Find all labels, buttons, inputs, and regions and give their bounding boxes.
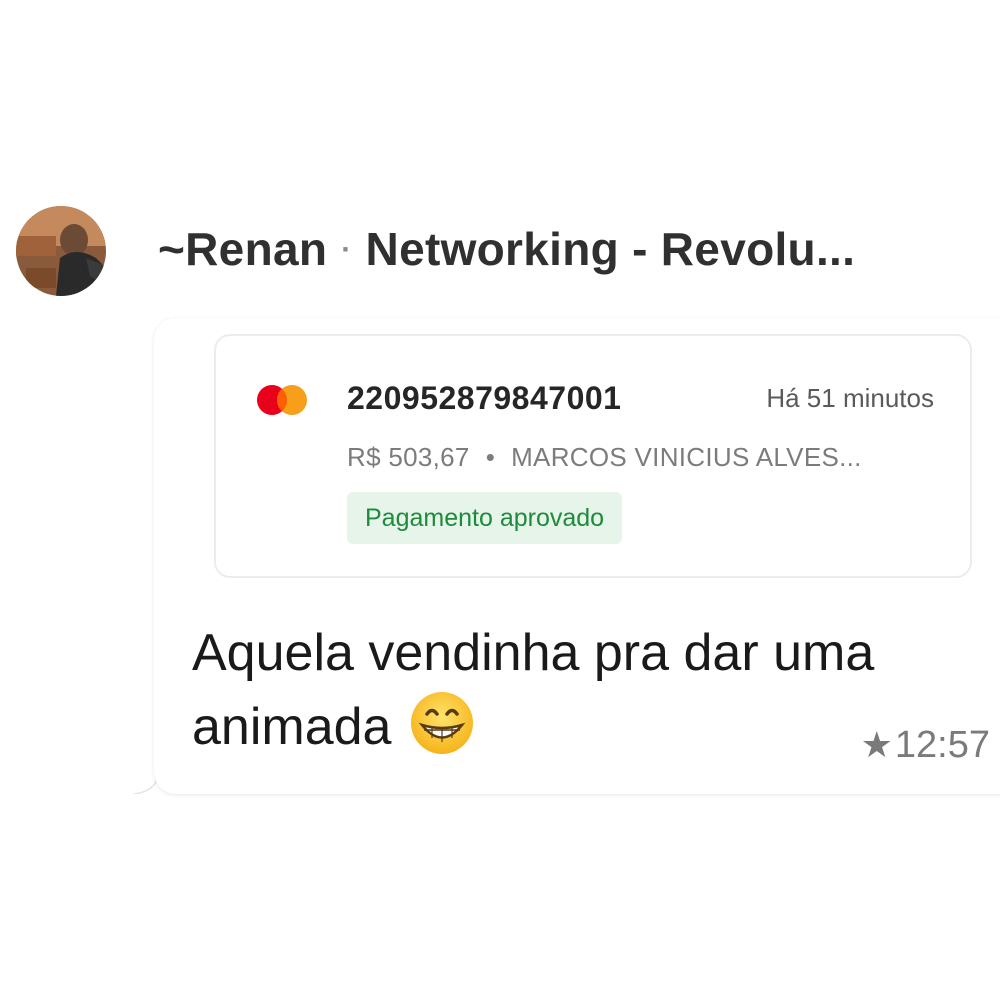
order-amount: R$ 503,67 bbox=[347, 442, 470, 472]
meta-separator: • bbox=[485, 442, 496, 472]
chat-screen: ~Renan · Networking - Revolu... 2209528798… bbox=[0, 0, 1000, 1000]
message-footer: ★12:57 bbox=[861, 724, 990, 767]
header-separator: · bbox=[341, 233, 352, 266]
mastercard-icon bbox=[257, 385, 307, 415]
order-time: Há 51 minutos bbox=[766, 383, 934, 413]
group-name: Networking - Revolu... bbox=[365, 223, 856, 275]
status-badge: Pagamento aprovado bbox=[347, 492, 623, 544]
chat-header-title[interactable]: ~Renan · Networking - Revolu... bbox=[158, 222, 958, 282]
star-icon[interactable]: ★ bbox=[861, 724, 893, 765]
sender-name: ~Renan bbox=[158, 223, 328, 275]
customer-name: MARCOS VINICIUS ALVES... bbox=[511, 442, 862, 472]
order-meta: R$ 503,67 • MARCOS VINICIUS ALVES... bbox=[347, 442, 862, 473]
message-line-1: Aquela vendinha pra dar uma bbox=[192, 624, 875, 682]
message-timestamp: 12:57 bbox=[894, 724, 990, 766]
avatar[interactable] bbox=[16, 206, 106, 296]
payment-card[interactable]: 220952879847001 Há 51 minutos R$ 503,67 •… bbox=[214, 334, 972, 578]
order-number: 220952879847001 bbox=[347, 380, 622, 416]
grinning-face-icon bbox=[409, 690, 475, 756]
avatar-photo bbox=[16, 206, 106, 296]
message-line-2-text: animada bbox=[192, 698, 392, 756]
